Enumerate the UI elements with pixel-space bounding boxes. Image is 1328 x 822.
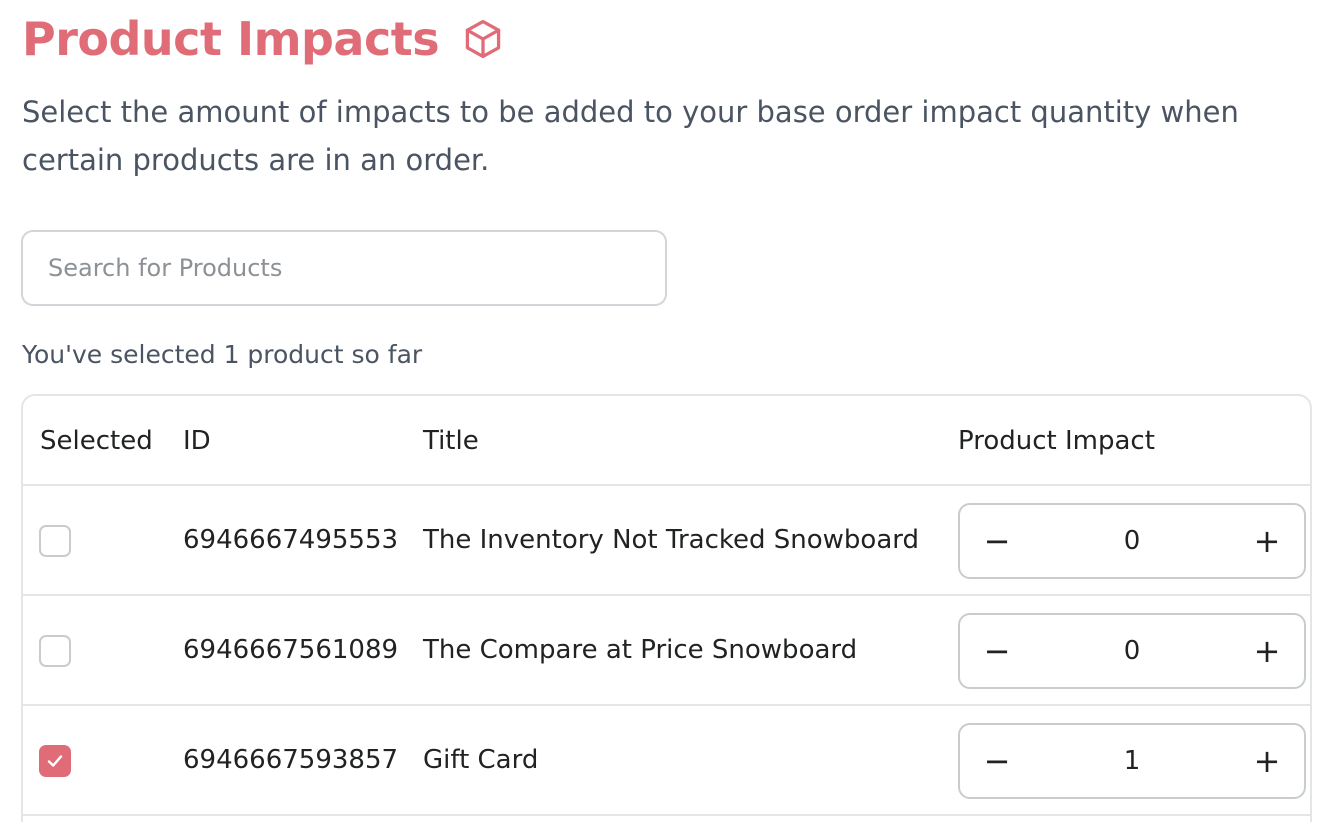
product-title: Gift Card: [423, 745, 539, 775]
product-impact-stepper: − 0 +: [958, 503, 1306, 579]
product-title: The Compare at Price Snowboard: [423, 635, 858, 665]
product-impact-stepper: − 1 +: [958, 723, 1306, 799]
increment-button[interactable]: +: [1232, 615, 1302, 687]
table-row: 6946667593857 Gift Card − 1 +: [23, 706, 1310, 816]
table-header: Selected ID Title Product Impact: [23, 396, 1310, 486]
checkmark-icon: [47, 755, 63, 767]
product-id: 6946667593857: [183, 745, 399, 775]
table-row: 6946667561089 The Compare at Price Snowb…: [23, 596, 1310, 706]
decrement-button[interactable]: −: [962, 725, 1032, 797]
row-select-checkbox[interactable]: [39, 525, 71, 557]
increment-button[interactable]: +: [1232, 505, 1302, 577]
cube-icon: [461, 17, 505, 61]
table-row: 6946667495553 The Inventory Not Tracked …: [23, 486, 1310, 596]
search-input[interactable]: [23, 232, 665, 304]
page-description: Select the amount of impacts to be added…: [22, 95, 1239, 177]
column-header-id: ID: [183, 426, 211, 456]
page-title: Product Impacts: [22, 12, 440, 66]
row-select-checkbox[interactable]: [39, 635, 71, 667]
impact-value[interactable]: 0: [1040, 615, 1224, 687]
column-header-title: Title: [423, 426, 479, 456]
product-title: The Inventory Not Tracked Snowboard: [423, 525, 919, 555]
products-table: Selected ID Title Product Impact 6946667…: [21, 394, 1312, 822]
impact-value[interactable]: 1: [1040, 725, 1224, 797]
page-header: Product Impacts: [22, 8, 505, 70]
search-field[interactable]: [21, 230, 667, 306]
impact-value[interactable]: 0: [1040, 505, 1224, 577]
column-header-product-impact: Product Impact: [958, 426, 1155, 456]
decrement-button[interactable]: −: [962, 505, 1032, 577]
increment-button[interactable]: +: [1232, 725, 1302, 797]
row-select-checkbox[interactable]: [39, 745, 71, 777]
product-impact-stepper: − 0 +: [958, 613, 1306, 689]
decrement-button[interactable]: −: [962, 615, 1032, 687]
product-id: 6946667495553: [183, 525, 399, 555]
product-id: 6946667561089: [183, 635, 399, 665]
selection-summary: You've selected 1 product so far: [22, 340, 423, 369]
column-header-selected: Selected: [40, 426, 153, 456]
